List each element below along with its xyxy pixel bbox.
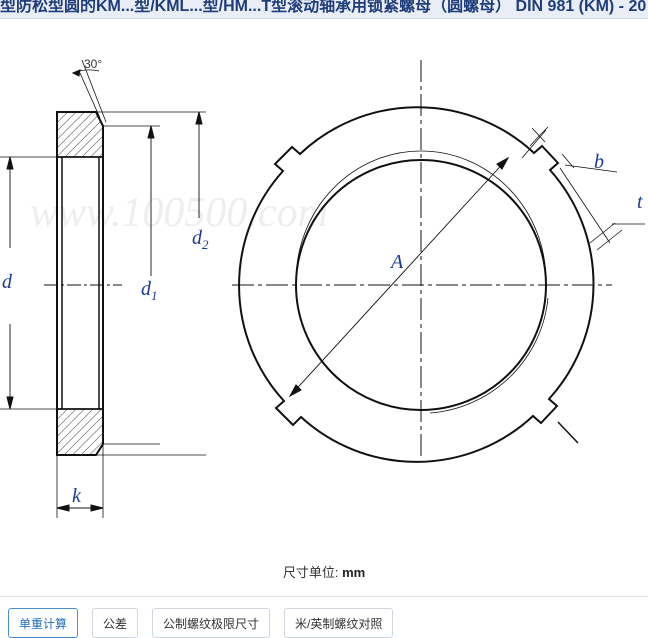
label-b: b — [594, 151, 604, 173]
technical-drawing: www.100500.com d d1 d2 30° k A b t — [0, 57, 645, 518]
weight-calc-button[interactable]: 单重计算 — [8, 608, 79, 638]
unit-value: mm — [342, 565, 366, 580]
metric-thread-limits-button[interactable]: 公制螺纹极限尺寸 — [152, 608, 271, 638]
tolerance-button[interactable]: 公差 — [92, 608, 139, 638]
lower-section-hatch — [56, 408, 104, 456]
label-t: t — [637, 191, 643, 213]
label-k: k — [72, 485, 82, 507]
front-view — [232, 60, 645, 463]
button-row: 单重计算 公差 公制螺纹极限尺寸 米/英制螺纹对照 — [8, 608, 394, 638]
label-d2-subscript: 2 — [202, 237, 209, 252]
upper-section-hatch — [56, 111, 104, 158]
label-d1: d1 — [141, 278, 158, 303]
metric-imperial-thread-button[interactable]: 米/英制螺纹对照 — [284, 608, 394, 638]
title-bar: 型防松型圆的KM...型/KML...型/HM...T型滚动轴承用锁紧螺母（圆螺… — [0, 0, 648, 19]
label-a: A — [389, 251, 404, 273]
angle-label: 30° — [84, 57, 102, 71]
page-title: 型防松型圆的KM...型/KML...型/HM...T型滚动轴承用锁紧螺母（圆螺… — [0, 0, 647, 15]
unit-label: 尺寸单位: — [282, 565, 339, 580]
divider — [0, 596, 648, 597]
unit-line: 尺寸单位: mm — [0, 562, 648, 581]
label-d1-subscript: 1 — [151, 288, 158, 303]
watermark-text: www.100500.com — [30, 190, 328, 236]
nut-outline — [56, 111, 104, 456]
label-d: d — [2, 271, 13, 293]
side-view — [0, 59, 206, 518]
